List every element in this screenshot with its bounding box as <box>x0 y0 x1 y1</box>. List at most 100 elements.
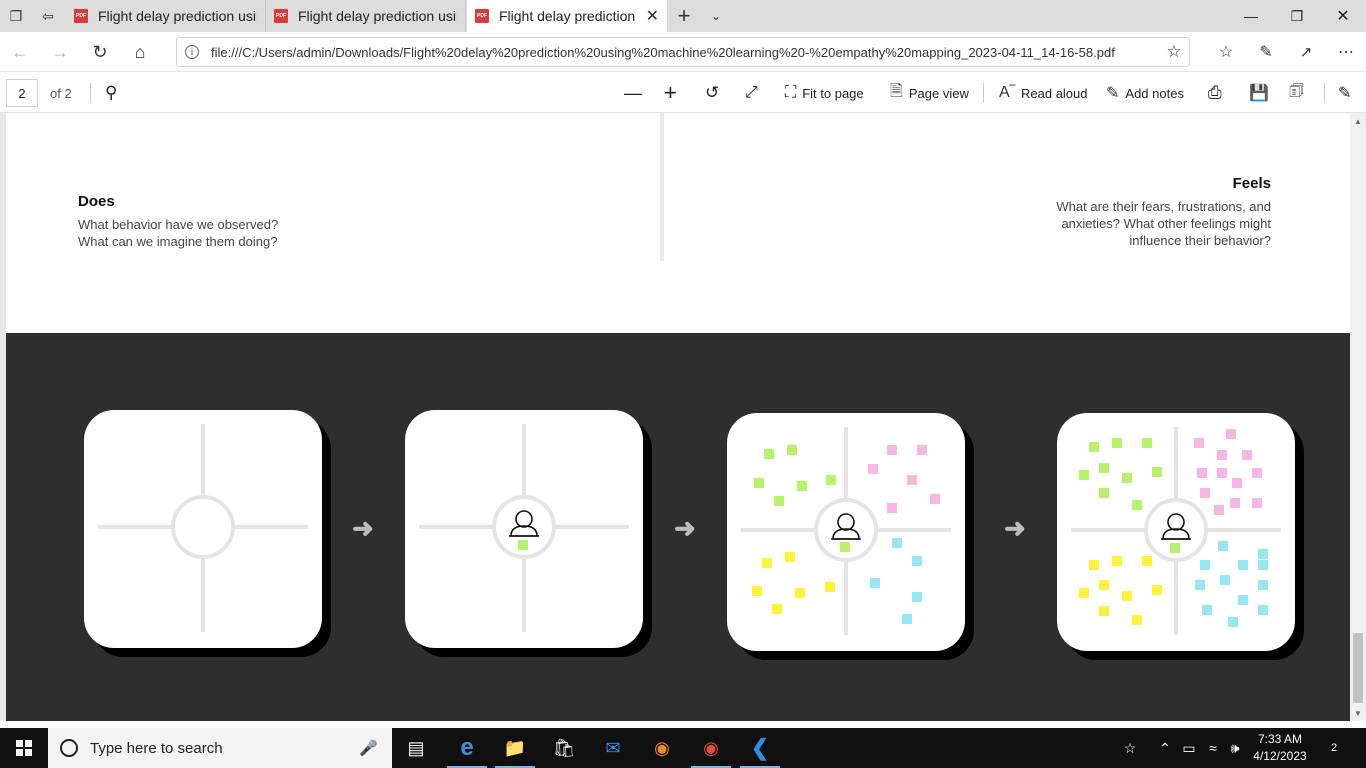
feels-line-2: anxieties? What other feelings might <box>1061 216 1271 231</box>
vscode-icon[interactable]: ❮ <box>736 728 784 768</box>
quadrant-divider <box>660 113 664 261</box>
page-view-button[interactable]: 🗎 Page view <box>890 78 969 108</box>
tab-1[interactable]: PDF Flight delay prediction using <box>66 0 266 32</box>
sticky-note-yellow <box>752 586 762 596</box>
full-screen-icon[interactable]: ⤢ <box>745 78 758 108</box>
start-button[interactable] <box>0 728 48 768</box>
sticky-note-blue <box>1258 560 1268 570</box>
refresh-icon[interactable]: ↻ <box>84 36 116 68</box>
url-field[interactable]: i file:///C:/Users/admin/Downloads/Fligh… <box>176 37 1190 67</box>
wifi-icon[interactable]: ≈ <box>1202 728 1224 768</box>
share-icon[interactable]: ↗ <box>1290 36 1322 68</box>
print-icon[interactable]: ⎙ <box>1208 78 1222 108</box>
file-explorer-icon[interactable]: 📁 <box>491 728 539 768</box>
restore-icon[interactable]: ❐ <box>1274 0 1320 32</box>
feels-section: Feels What are their fears, frustrations… <box>1056 175 1271 249</box>
zoom-out-icon[interactable]: — <box>624 78 642 108</box>
sticky-note-yellow <box>795 588 805 598</box>
sticky-note-yellow <box>1142 556 1152 566</box>
tab-3-active[interactable]: PDF Flight delay prediction u ✕ <box>467 0 667 32</box>
battery-icon[interactable]: ▭ <box>1178 728 1200 768</box>
mail-icon[interactable]: ✉ <box>589 728 637 768</box>
scroll-thumb[interactable] <box>1353 633 1363 703</box>
sticky-note-blue <box>1228 617 1238 627</box>
step-2-diagram <box>419 424 629 632</box>
sticky-note-yellow <box>1152 585 1162 595</box>
store-icon[interactable]: 🛍 <box>540 728 588 768</box>
system-clock[interactable]: 7:33 AM 4/12/2023 <box>1248 731 1312 765</box>
sticky-note-green <box>518 540 528 550</box>
sticky-note-yellow <box>1089 560 1099 570</box>
sticky-note-pink <box>1217 468 1227 478</box>
web-note-pen-icon[interactable]: ✎ <box>1250 36 1282 68</box>
sticky-note-pink <box>1232 478 1242 488</box>
feels-heading: Feels <box>1232 175 1271 192</box>
scroll-down-icon[interactable]: ▼ <box>1350 705 1366 721</box>
sticky-note-blue <box>892 538 902 548</box>
fit-to-page-icon: ⛶ <box>785 84 797 101</box>
sticky-note-green <box>1112 438 1122 448</box>
tab-label: Flight delay prediction using <box>298 8 457 24</box>
close-window-icon[interactable]: ✕ <box>1320 0 1366 32</box>
favorites-icon[interactable]: ☆ <box>1210 36 1242 68</box>
minimize-icon[interactable]: — <box>1228 0 1274 32</box>
action-center-button[interactable]: 2 <box>1322 736 1346 760</box>
address-bar: ← → ↻ ⌂ i file:///C:/Users/admin/Downloa… <box>0 32 1366 72</box>
read-aloud-button[interactable]: A‾ Read aloud <box>999 78 1088 108</box>
pin-toolbar-icon[interactable]: ✎ <box>1338 78 1351 108</box>
page-number-input[interactable]: 2 <box>6 79 38 107</box>
tab-label: Flight delay prediction u <box>499 8 638 24</box>
sticky-note-pink <box>1214 505 1224 515</box>
tab-2[interactable]: PDF Flight delay prediction using <box>266 0 466 32</box>
save-icon[interactable]: 💾 <box>1249 78 1269 108</box>
fit-to-page-button[interactable]: ⛶ Fit to page <box>785 78 864 108</box>
tab-preview-chevron-down-icon[interactable]: ⌄ <box>700 0 732 32</box>
save-as-icon[interactable]: 🗊 <box>1289 78 1304 108</box>
page-view-icon: 🗎 <box>890 82 903 100</box>
sticky-note-pink <box>1230 498 1240 508</box>
set-tabs-aside-icon[interactable]: ⇦ <box>32 0 64 32</box>
sticky-note-green <box>1152 467 1162 477</box>
search-icon[interactable]: ⚲ <box>105 78 117 108</box>
tab-actions-icon[interactable]: ❐ <box>0 0 32 32</box>
show-hidden-icons-chevron-up-icon[interactable]: ⌃ <box>1154 728 1176 768</box>
microphone-icon[interactable]: 🎤 <box>359 739 378 757</box>
taskbar: Type here to search 🎤 ▤ e 📁 🛍 ✉ ◉ ◉ ❮ ☆ … <box>0 728 1366 768</box>
home-icon[interactable]: ⌂ <box>124 36 156 68</box>
task-view-icon[interactable]: ▤ <box>392 728 440 768</box>
sticky-note-blue <box>902 614 912 624</box>
volume-icon[interactable]: 🕪 <box>1224 728 1246 768</box>
many-notes-card <box>1057 413 1295 651</box>
center-circle <box>171 495 235 559</box>
forward-icon[interactable]: → <box>44 36 76 68</box>
add-notes-button[interactable]: ✎ Add notes <box>1106 78 1184 108</box>
sticky-note-yellow <box>1132 615 1142 625</box>
rotate-icon[interactable]: ↺ <box>705 78 719 108</box>
sticky-note-yellow <box>762 558 772 568</box>
info-icon[interactable]: i <box>185 45 199 59</box>
back-icon[interactable]: ← <box>4 36 36 68</box>
edge-browser-icon[interactable]: e <box>443 728 491 768</box>
firefox-icon[interactable]: ◉ <box>638 728 686 768</box>
sticky-note-green <box>754 478 764 488</box>
close-tab-icon[interactable]: ✕ <box>646 6 659 26</box>
more-options-icon[interactable]: ⋯ <box>1330 36 1362 68</box>
page-view-label: Page view <box>908 85 969 101</box>
vertical-scrollbar[interactable]: ▲ ▼ <box>1350 113 1366 721</box>
toolbar-divider <box>983 83 984 103</box>
few-notes-card <box>727 413 965 651</box>
sticky-note-pink <box>1252 498 1262 508</box>
sticky-note-pink <box>907 475 917 485</box>
sticky-note-pink <box>868 464 878 474</box>
chrome-icon[interactable]: ◉ <box>687 728 735 768</box>
sticky-note-green <box>774 496 784 506</box>
new-tab-icon[interactable]: + <box>668 0 700 32</box>
scroll-up-icon[interactable]: ▲ <box>1350 113 1366 129</box>
zoom-in-icon[interactable]: + <box>664 78 677 108</box>
favorite-star-icon[interactable]: ☆ <box>1159 42 1189 62</box>
pen-icon: ✎ <box>1106 85 1120 102</box>
step-2-card <box>405 410 652 657</box>
taskbar-search-box[interactable]: Type here to search 🎤 <box>48 728 392 768</box>
people-icon[interactable]: ☆ <box>1118 728 1142 768</box>
toolbar-divider <box>1324 83 1325 103</box>
